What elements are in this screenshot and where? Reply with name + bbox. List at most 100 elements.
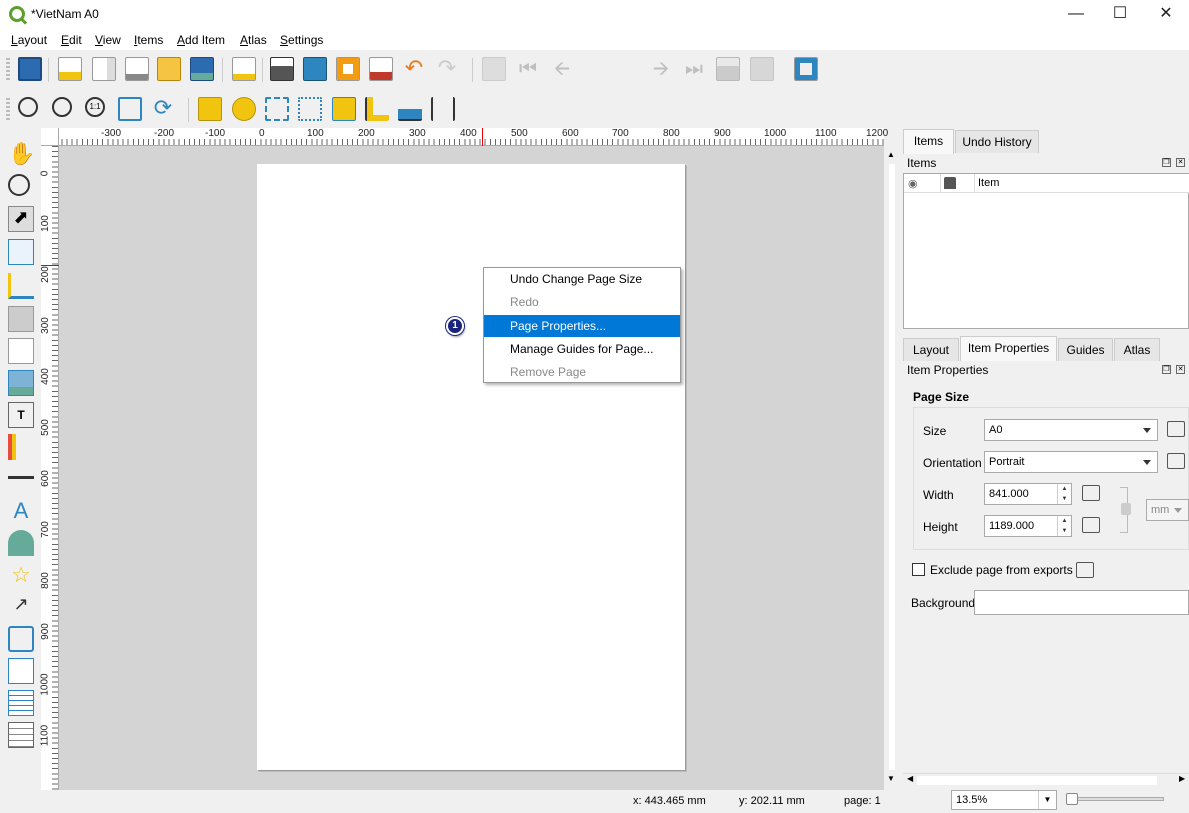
orientation-combo[interactable]: Portrait xyxy=(984,451,1158,473)
ungroup-items-icon[interactable] xyxy=(298,97,322,121)
unlock-items-icon[interactable] xyxy=(232,97,256,121)
edit-nodes-icon[interactable] xyxy=(8,273,34,299)
distribute-items-icon[interactable] xyxy=(398,97,422,121)
data-defined-override-icon[interactable] xyxy=(1082,485,1100,501)
zoom-out-icon[interactable] xyxy=(52,97,72,117)
close-icon[interactable]: ✕ xyxy=(1176,158,1185,167)
add-shape-icon[interactable] xyxy=(8,530,34,556)
scroll-thumb[interactable] xyxy=(889,164,895,770)
group-items-icon[interactable] xyxy=(265,97,289,121)
visibility-eye-icon[interactable]: ◉ xyxy=(908,177,918,190)
scroll-up-icon[interactable]: ▲ xyxy=(887,150,895,159)
next-feature-icon[interactable]: 🡪 xyxy=(649,57,673,81)
data-defined-override-icon[interactable] xyxy=(1076,562,1094,578)
add-scale-bar-icon[interactable] xyxy=(8,476,34,482)
lock-ratio-icon[interactable] xyxy=(1121,503,1131,515)
zoom-actual-icon[interactable]: 1:1 xyxy=(85,97,105,117)
float-icon[interactable]: ❐ xyxy=(1162,365,1171,374)
data-defined-override-icon[interactable] xyxy=(1082,517,1100,533)
exclude-page-checkbox[interactable] xyxy=(912,563,925,576)
menu-item-redo[interactable]: Redo xyxy=(484,291,680,313)
close-button[interactable]: ✕ xyxy=(1143,0,1189,30)
lock-items-icon[interactable] xyxy=(198,97,222,121)
atlas-preview-icon[interactable] xyxy=(482,57,506,81)
tab-layout[interactable]: Layout xyxy=(903,338,959,361)
export-pdf-icon[interactable] xyxy=(369,57,393,81)
add-polyline-icon[interactable] xyxy=(8,626,34,652)
units-combo[interactable]: mm xyxy=(1146,499,1189,521)
print-atlas-icon[interactable] xyxy=(716,57,740,81)
tab-guides[interactable]: Guides xyxy=(1058,338,1113,361)
menu-edit[interactable]: Edit xyxy=(61,33,82,47)
pan-icon[interactable]: ✋ xyxy=(8,141,35,167)
spin-arrows-icon[interactable]: ▲ ▼ xyxy=(1057,484,1071,504)
add-arrow-icon[interactable]: ↗ xyxy=(8,594,34,620)
width-spinbox[interactable]: 841.000 ▲ ▼ xyxy=(984,483,1072,505)
export-atlas-icon[interactable] xyxy=(750,57,774,81)
add-north-arrow-icon[interactable]: A xyxy=(8,498,34,524)
new-layout-icon[interactable] xyxy=(58,57,82,81)
menu-settings[interactable]: Settings xyxy=(280,33,323,47)
add-legend-icon[interactable] xyxy=(8,434,34,460)
items-tree[interactable]: ◉ Item xyxy=(903,173,1189,329)
minimize-button[interactable]: — xyxy=(1053,0,1099,30)
horizontal-scrollbar[interactable]: ◀ ▶ xyxy=(903,773,1189,787)
raise-items-icon[interactable] xyxy=(332,97,356,121)
layout-manager-icon[interactable] xyxy=(125,57,149,81)
scroll-down-icon[interactable]: ▼ xyxy=(887,774,895,783)
toolbar-grip[interactable] xyxy=(6,98,10,122)
menu-item-undo-change-page-size[interactable]: Undo Change Page Size xyxy=(484,268,680,290)
scroll-left-icon[interactable]: ◀ xyxy=(907,774,913,783)
first-feature-icon[interactable]: ⏮ xyxy=(516,57,540,81)
refresh-icon[interactable]: ⟳ xyxy=(151,97,175,121)
resize-items-icon[interactable] xyxy=(431,97,455,121)
menu-item-remove-page[interactable]: Remove Page xyxy=(484,361,680,383)
undo-icon[interactable]: ↶ xyxy=(402,57,426,81)
menu-item-manage-guides[interactable]: Manage Guides for Page... xyxy=(484,338,680,360)
export-image-icon[interactable] xyxy=(303,57,327,81)
move-item-content-icon[interactable] xyxy=(8,239,34,265)
zoom-slider-track[interactable] xyxy=(1069,797,1164,801)
print-icon[interactable] xyxy=(270,57,294,81)
select-move-item-icon[interactable]: ⬈ xyxy=(8,206,34,232)
add-label-icon[interactable]: T xyxy=(8,402,34,428)
export-svg-icon[interactable] xyxy=(336,57,360,81)
item-column-header[interactable]: Item xyxy=(978,177,999,189)
tab-items[interactable]: Items xyxy=(903,129,954,154)
scroll-thumb[interactable] xyxy=(917,776,1157,785)
zoom-in-icon[interactable] xyxy=(18,97,38,117)
tab-atlas[interactable]: Atlas xyxy=(1114,338,1160,361)
data-defined-override-icon[interactable] xyxy=(1167,421,1185,437)
float-icon[interactable]: ❐ xyxy=(1162,158,1171,167)
atlas-settings-icon[interactable] xyxy=(794,57,818,81)
add-attribute-table-icon[interactable] xyxy=(8,690,34,716)
vertical-scrollbar[interactable]: ▲ ▼ xyxy=(884,146,900,790)
background-symbol-button[interactable] xyxy=(974,590,1189,615)
add-map-icon[interactable] xyxy=(8,338,34,364)
zoom-slider-handle[interactable] xyxy=(1066,793,1078,805)
add-html-icon[interactable] xyxy=(8,658,34,684)
menu-add-item[interactable]: Add Item xyxy=(177,33,225,47)
add-marker-icon[interactable]: ☆ xyxy=(8,562,34,588)
maximize-button[interactable]: ☐ xyxy=(1097,0,1143,30)
zoom-combo[interactable]: 13.5% ▼ xyxy=(951,790,1057,810)
menu-items[interactable]: Items xyxy=(134,33,163,47)
add-picture-icon[interactable] xyxy=(8,370,34,396)
save-icon[interactable] xyxy=(18,57,42,81)
height-spinbox[interactable]: 1189.000 ▲ ▼ xyxy=(984,515,1072,537)
tab-item-properties[interactable]: Item Properties xyxy=(960,336,1057,361)
data-defined-override-icon[interactable] xyxy=(1167,453,1185,469)
lock-icon[interactable] xyxy=(944,177,956,189)
previous-feature-icon[interactable]: 🡨 xyxy=(550,57,574,81)
save-template-icon[interactable] xyxy=(190,57,214,81)
new-page-icon[interactable] xyxy=(232,57,256,81)
tab-undo-history[interactable]: Undo History xyxy=(955,130,1039,153)
add-fixed-table-icon[interactable] xyxy=(8,722,34,748)
zoom-tool-icon[interactable] xyxy=(8,174,30,196)
menu-layout[interactable]: Layout xyxy=(11,33,47,47)
zoom-full-icon[interactable] xyxy=(118,97,142,121)
duplicate-layout-icon[interactable] xyxy=(92,57,116,81)
open-template-icon[interactable] xyxy=(157,57,181,81)
add-3d-map-icon[interactable] xyxy=(8,306,34,332)
redo-icon[interactable]: ↷ xyxy=(435,57,459,81)
